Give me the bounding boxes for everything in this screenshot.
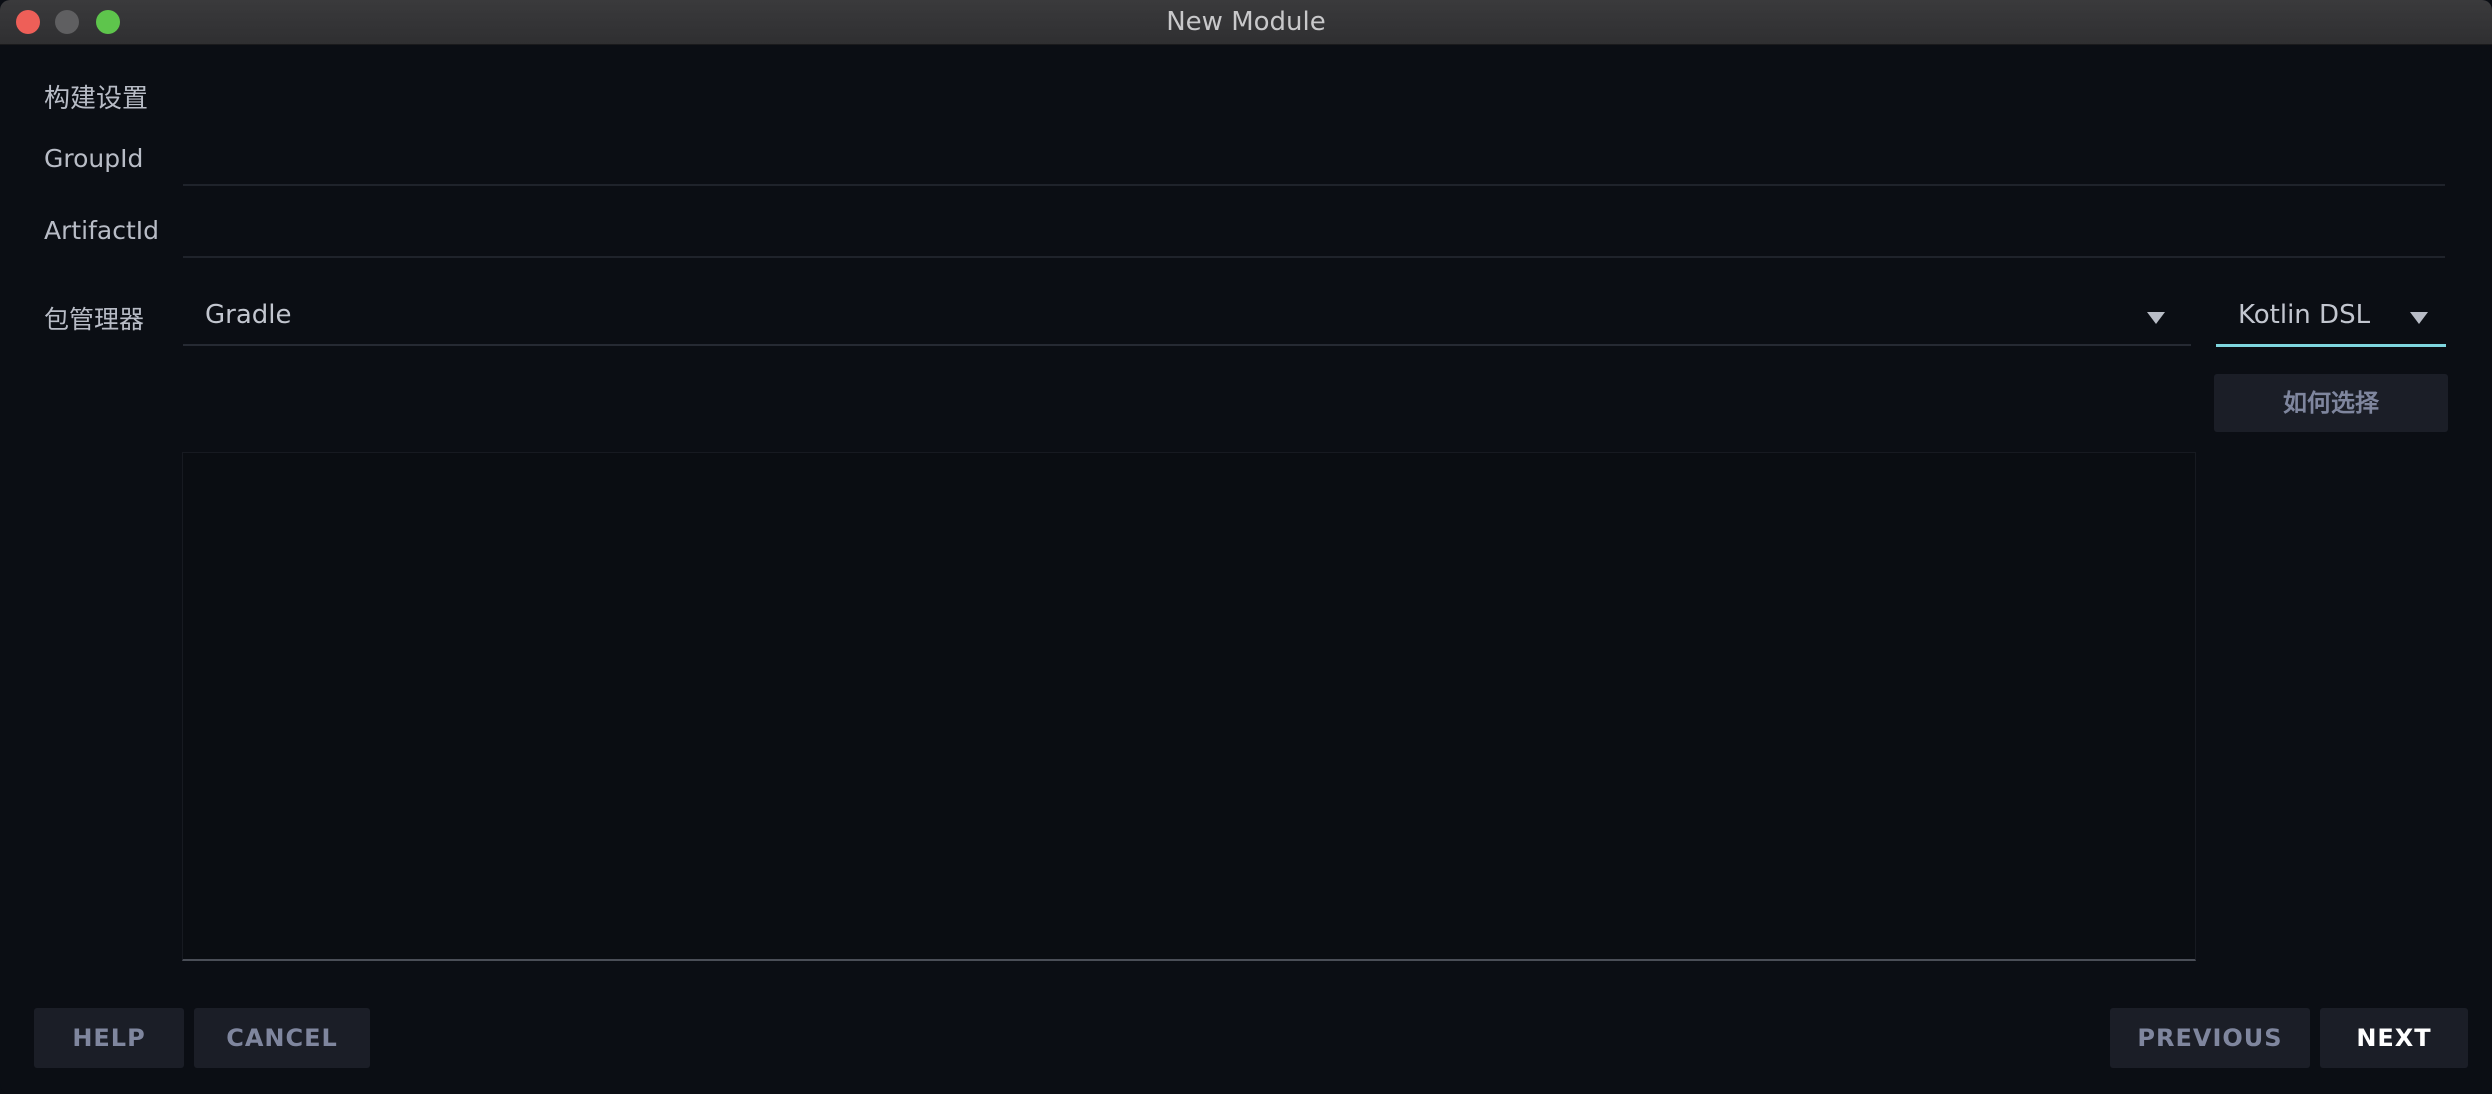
how-to-choose-button[interactable]: 如何选择 [2214, 374, 2448, 432]
artifact-id-label: ArtifactId [44, 216, 160, 245]
package-manager-select[interactable]: Gradle [183, 290, 2191, 346]
cancel-button[interactable]: CANCEL [194, 1008, 370, 1068]
next-button[interactable]: NEXT [2320, 1008, 2468, 1068]
package-manager-label: 包管理器 [44, 305, 145, 334]
build-settings-heading: 构建设置 [44, 84, 149, 114]
package-manager-value: Gradle [205, 300, 292, 330]
chevron-down-icon [2410, 312, 2428, 324]
chevron-down-icon [2147, 312, 2165, 324]
previous-button[interactable]: PREVIOUS [2110, 1008, 2310, 1068]
help-button[interactable]: HELP [34, 1008, 184, 1068]
new-module-dialog: New Module 构建设置 GroupId ArtifactId 包管理器 … [0, 0, 2492, 1094]
group-id-label: GroupId [44, 144, 144, 173]
title-bar: New Module [0, 0, 2492, 45]
build-dsl-select[interactable]: Kotlin DSL [2216, 290, 2446, 347]
artifact-id-input[interactable] [183, 212, 2445, 258]
window-title: New Module [1166, 7, 1326, 37]
description-textarea[interactable] [182, 452, 2196, 961]
build-dsl-value: Kotlin DSL [2238, 300, 2371, 330]
group-id-input[interactable] [183, 140, 2445, 186]
